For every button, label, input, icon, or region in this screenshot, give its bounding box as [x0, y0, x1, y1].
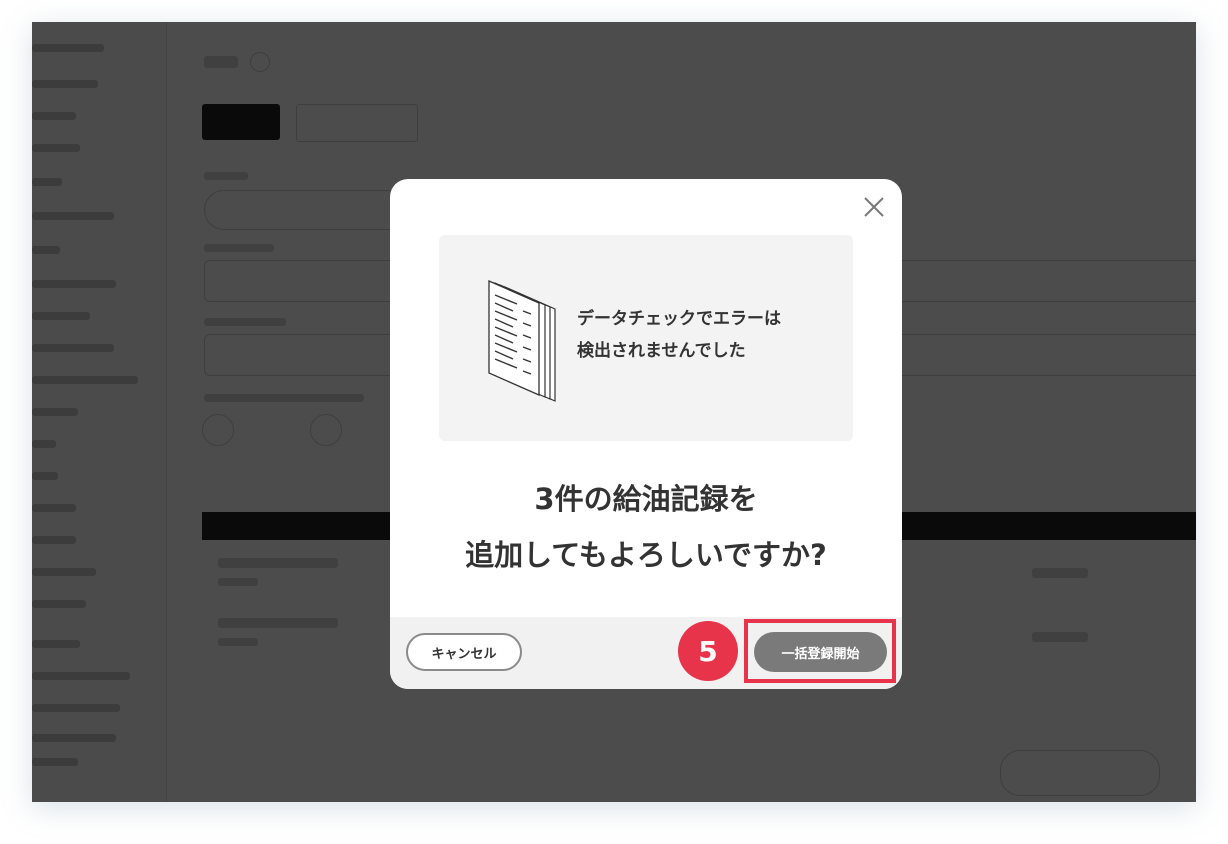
document-stack-icon — [483, 279, 559, 405]
start-bulk-registration-button[interactable]: 一括登録開始 — [754, 632, 887, 672]
result-info-card: データチェックでエラーは 検出されませんでした — [439, 235, 853, 441]
close-icon[interactable] — [862, 195, 886, 219]
confirmation-dialog: データチェックでエラーは 検出されませんでした 3件の給油記録を 追加してもよろ… — [390, 179, 902, 689]
message-line-2: 検出されませんでした — [577, 341, 746, 361]
confirmation-question: 3件の給油記録を 追加してもよろしいですか? — [390, 471, 902, 583]
message-line-1: データチェックでエラーは — [577, 309, 781, 329]
check-result-message: データチェックでエラーは 検出されませんでした — [577, 303, 781, 367]
question-line-2: 追加してもよろしいですか? — [465, 538, 827, 572]
dialog-footer: キャンセル 5 一括登録開始 — [390, 617, 902, 689]
question-line-1: 3件の給油記録を — [534, 482, 758, 516]
cancel-button[interactable]: キャンセル — [406, 633, 522, 671]
step-number-badge: 5 — [678, 621, 738, 681]
screenshot-frame: データチェックでエラーは 検出されませんでした 3件の給油記録を 追加してもよろ… — [32, 22, 1196, 802]
